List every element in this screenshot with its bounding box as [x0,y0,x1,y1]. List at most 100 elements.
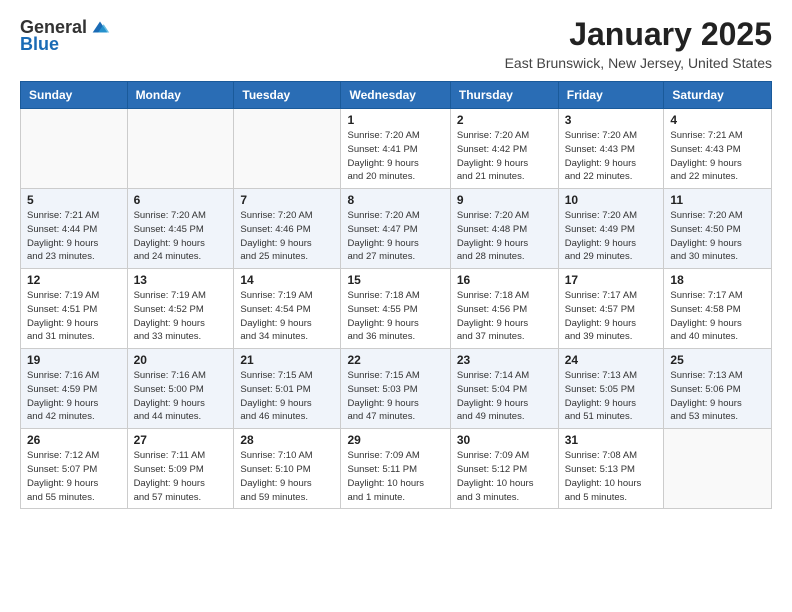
week-row-4: 19 Sunrise: 7:16 AMSunset: 4:59 PMDayligh… [21,349,772,429]
day-number: 1 [347,113,443,127]
week-row-5: 26 Sunrise: 7:12 AMSunset: 5:07 PMDayligh… [21,429,772,509]
day-info: Sunrise: 7:20 AMSunset: 4:45 PMDaylight:… [134,209,228,264]
day-info: Sunrise: 7:21 AMSunset: 4:44 PMDaylight:… [27,209,121,264]
day-info: Sunrise: 7:19 AMSunset: 4:51 PMDaylight:… [27,289,121,344]
calendar-cell: 16 Sunrise: 7:18 AMSunset: 4:56 PMDayligh… [450,269,558,349]
week-row-2: 5Sunrise: 7:21 AMSunset: 4:44 PMDaylight… [21,189,772,269]
day-info: Sunrise: 7:13 AMSunset: 5:05 PMDaylight:… [565,369,658,424]
page-header: General Blue January 2025 East Brunswick… [20,16,772,71]
logo-blue-text: Blue [20,34,59,55]
calendar-cell: 14 Sunrise: 7:19 AMSunset: 4:54 PMDayligh… [234,269,341,349]
day-number: 25 [670,353,765,367]
day-number: 13 [134,273,228,287]
week-row-1: 1 Sunrise: 7:20 AMSunset: 4:41 PMDaylight… [21,109,772,189]
day-number: 16 [457,273,552,287]
calendar-cell: 21 Sunrise: 7:15 AMSunset: 5:01 PMDayligh… [234,349,341,429]
day-info: Sunrise: 7:20 AMSunset: 4:42 PMDaylight:… [457,129,552,184]
day-number: 10 [565,193,658,207]
day-number: 23 [457,353,552,367]
month-title: January 2025 [505,16,772,53]
day-number: 29 [347,433,443,447]
calendar-cell: 6Sunrise: 7:20 AMSunset: 4:45 PMDaylight… [127,189,234,269]
calendar-cell: 19 Sunrise: 7:16 AMSunset: 4:59 PMDayligh… [21,349,128,429]
calendar-cell: 5Sunrise: 7:21 AMSunset: 4:44 PMDaylight… [21,189,128,269]
day-number: 18 [670,273,765,287]
weekday-header-tuesday: Tuesday [234,82,341,109]
day-info: Sunrise: 7:17 AMSunset: 4:58 PMDaylight:… [670,289,765,344]
calendar-cell [664,429,772,509]
calendar-cell: 24 Sunrise: 7:13 AMSunset: 5:05 PMDayligh… [558,349,664,429]
day-info: Sunrise: 7:20 AMSunset: 4:46 PMDaylight:… [240,209,334,264]
day-number: 4 [670,113,765,127]
weekday-header-thursday: Thursday [450,82,558,109]
day-info: Sunrise: 7:18 AMSunset: 4:56 PMDaylight:… [457,289,552,344]
calendar-cell: 20Sunrise: 7:16 AMSunset: 5:00 PMDayligh… [127,349,234,429]
weekday-header-wednesday: Wednesday [341,82,450,109]
calendar-cell: 25 Sunrise: 7:13 AMSunset: 5:06 PMDayligh… [664,349,772,429]
day-info: Sunrise: 7:11 AMSunset: 5:09 PMDaylight:… [134,449,228,504]
day-number: 19 [27,353,121,367]
day-info: Sunrise: 7:09 AMSunset: 5:11 PMDaylight:… [347,449,443,504]
title-block: January 2025 East Brunswick, New Jersey,… [505,16,772,71]
calendar-cell: 13Sunrise: 7:19 AMSunset: 4:52 PMDayligh… [127,269,234,349]
day-number: 28 [240,433,334,447]
day-number: 14 [240,273,334,287]
day-number: 9 [457,193,552,207]
day-info: Sunrise: 7:20 AMSunset: 4:50 PMDaylight:… [670,209,765,264]
calendar-cell: 27 Sunrise: 7:11 AMSunset: 5:09 PMDayligh… [127,429,234,509]
calendar-cell: 17 Sunrise: 7:17 AMSunset: 4:57 PMDayligh… [558,269,664,349]
calendar-cell [234,109,341,189]
day-number: 15 [347,273,443,287]
day-info: Sunrise: 7:13 AMSunset: 5:06 PMDaylight:… [670,369,765,424]
day-number: 24 [565,353,658,367]
calendar-cell: 28Sunrise: 7:10 AMSunset: 5:10 PMDayligh… [234,429,341,509]
day-number: 12 [27,273,121,287]
day-number: 27 [134,433,228,447]
day-number: 26 [27,433,121,447]
weekday-header-friday: Friday [558,82,664,109]
day-info: Sunrise: 7:14 AMSunset: 5:04 PMDaylight:… [457,369,552,424]
calendar-cell: 30 Sunrise: 7:09 AMSunset: 5:12 PMDayligh… [450,429,558,509]
calendar-cell: 18 Sunrise: 7:17 AMSunset: 4:58 PMDayligh… [664,269,772,349]
week-row-3: 12 Sunrise: 7:19 AMSunset: 4:51 PMDayligh… [21,269,772,349]
day-number: 2 [457,113,552,127]
calendar-cell: 23 Sunrise: 7:14 AMSunset: 5:04 PMDayligh… [450,349,558,429]
day-info: Sunrise: 7:21 AMSunset: 4:43 PMDaylight:… [670,129,765,184]
day-info: Sunrise: 7:17 AMSunset: 4:57 PMDaylight:… [565,289,658,344]
calendar-cell: 29 Sunrise: 7:09 AMSunset: 5:11 PMDayligh… [341,429,450,509]
day-info: Sunrise: 7:18 AMSunset: 4:55 PMDaylight:… [347,289,443,344]
day-info: Sunrise: 7:15 AMSunset: 5:01 PMDaylight:… [240,369,334,424]
day-info: Sunrise: 7:20 AMSunset: 4:49 PMDaylight:… [565,209,658,264]
calendar-cell: 22 Sunrise: 7:15 AMSunset: 5:03 PMDayligh… [341,349,450,429]
calendar-cell [21,109,128,189]
location-title: East Brunswick, New Jersey, United State… [505,55,772,71]
day-number: 21 [240,353,334,367]
weekday-header-row: SundayMondayTuesdayWednesdayThursdayFrid… [21,82,772,109]
day-info: Sunrise: 7:16 AMSunset: 4:59 PMDaylight:… [27,369,121,424]
weekday-header-monday: Monday [127,82,234,109]
day-number: 22 [347,353,443,367]
day-info: Sunrise: 7:20 AMSunset: 4:48 PMDaylight:… [457,209,552,264]
calendar-table: SundayMondayTuesdayWednesdayThursdayFrid… [20,81,772,509]
day-info: Sunrise: 7:19 AMSunset: 4:54 PMDaylight:… [240,289,334,344]
day-number: 17 [565,273,658,287]
calendar-page: General Blue January 2025 East Brunswick… [0,0,792,525]
day-info: Sunrise: 7:09 AMSunset: 5:12 PMDaylight:… [457,449,552,504]
day-info: Sunrise: 7:20 AMSunset: 4:41 PMDaylight:… [347,129,443,184]
day-number: 31 [565,433,658,447]
day-number: 8 [347,193,443,207]
calendar-cell: 10 Sunrise: 7:20 AMSunset: 4:49 PMDayligh… [558,189,664,269]
calendar-cell: 12 Sunrise: 7:19 AMSunset: 4:51 PMDayligh… [21,269,128,349]
day-info: Sunrise: 7:15 AMSunset: 5:03 PMDaylight:… [347,369,443,424]
day-number: 3 [565,113,658,127]
calendar-cell: 26 Sunrise: 7:12 AMSunset: 5:07 PMDayligh… [21,429,128,509]
calendar-cell: 15 Sunrise: 7:18 AMSunset: 4:55 PMDayligh… [341,269,450,349]
day-info: Sunrise: 7:12 AMSunset: 5:07 PMDaylight:… [27,449,121,504]
day-number: 30 [457,433,552,447]
day-number: 7 [240,193,334,207]
calendar-cell: 1 Sunrise: 7:20 AMSunset: 4:41 PMDaylight… [341,109,450,189]
calendar-cell: 31Sunrise: 7:08 AMSunset: 5:13 PMDayligh… [558,429,664,509]
logo: General Blue [20,16,111,55]
day-info: Sunrise: 7:20 AMSunset: 4:43 PMDaylight:… [565,129,658,184]
day-info: Sunrise: 7:20 AMSunset: 4:47 PMDaylight:… [347,209,443,264]
